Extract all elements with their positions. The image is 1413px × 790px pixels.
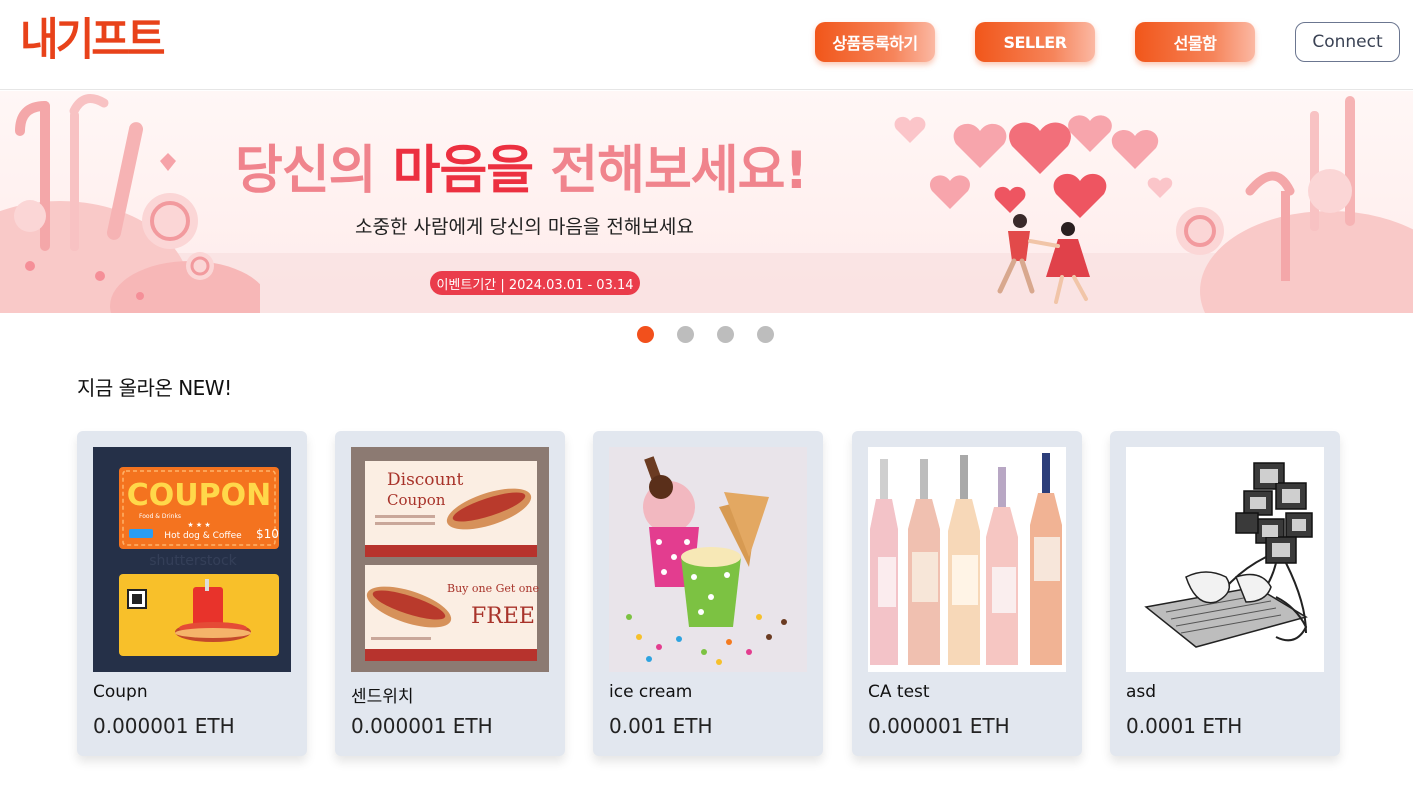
- svg-text:FREE: FREE: [471, 604, 535, 629]
- hotdog-coupon-image: Discount Coupon Buy one Get one FREE: [351, 447, 549, 672]
- carousel-dot-4[interactable]: [757, 326, 774, 343]
- svg-text:Coupon: Coupon: [387, 491, 446, 509]
- product-price: 0.000001 ETH: [868, 714, 1010, 738]
- product-name: Coupn: [93, 682, 148, 702]
- ice-cream-image: [609, 447, 807, 672]
- banner-title-part3: 전해보세요!: [533, 141, 808, 201]
- carousel-dots: [637, 326, 777, 344]
- product-name: ice cream: [609, 682, 693, 702]
- wine-bottles-image: [868, 447, 1066, 672]
- coupon-image: COUPON Food & Drinks ★ ★ ★ Hot dog & Cof…: [93, 447, 291, 672]
- product-card[interactable]: CA test 0.000001 ETH: [852, 431, 1082, 756]
- product-card[interactable]: ice cream 0.001 ETH: [593, 431, 823, 756]
- seller-button[interactable]: SELLER: [975, 22, 1095, 62]
- banner-subtitle: 소중한 사람에게 당신의 마음을 전해보세요: [355, 216, 694, 238]
- svg-text:Hot dog & Coffee: Hot dog & Coffee: [164, 531, 242, 541]
- product-name: CA test: [868, 682, 930, 702]
- svg-text:$10: $10: [256, 527, 279, 541]
- site-logo[interactable]: 내기프트: [20, 13, 166, 68]
- product-price: 0.0001 ETH: [1126, 714, 1243, 738]
- product-price: 0.000001 ETH: [93, 714, 235, 738]
- connect-wallet-button[interactable]: Connect: [1295, 22, 1400, 62]
- svg-text:shutterstock: shutterstock: [149, 553, 237, 569]
- svg-text:Food & Drinks: Food & Drinks: [139, 513, 181, 520]
- hero-banner[interactable]: 당신의 마음을 전해보세요! 소중한 사람에게 당신의 마음을 전해보세요 이벤…: [0, 91, 1413, 313]
- svg-text:★ ★ ★: ★ ★ ★: [187, 521, 210, 529]
- carousel-dot-2[interactable]: [677, 326, 694, 343]
- hearts-couple-illustration-icon: [894, 96, 1413, 313]
- banner-title: 당신의 마음을 전해보세요!: [235, 139, 808, 203]
- product-card[interactable]: Discount Coupon Buy one Get one FREE 센드위…: [335, 431, 565, 756]
- event-period-badge: 이벤트기간 | 2024.03.01 - 03.14: [430, 271, 640, 295]
- carousel-dot-1[interactable]: [637, 326, 654, 343]
- svg-text:COUPON: COUPON: [127, 478, 271, 513]
- svg-text:Discount: Discount: [387, 470, 463, 490]
- carousel-dot-3[interactable]: [717, 326, 734, 343]
- svg-text:Buy one Get one: Buy one Get one: [447, 582, 539, 595]
- product-card[interactable]: COUPON Food & Drinks ★ ★ ★ Hot dog & Cof…: [77, 431, 307, 756]
- banner-title-part1: 당신의: [235, 141, 393, 201]
- top-header: 내기프트 상품등록하기 SELLER 선물함 Connect: [0, 0, 1413, 90]
- register-product-button[interactable]: 상품등록하기: [815, 22, 935, 62]
- candy-decoration-left-icon: [0, 94, 260, 313]
- section-title: 지금 올라온 NEW!: [77, 376, 232, 400]
- sketch-illustration-image: [1126, 447, 1324, 672]
- gift-box-button[interactable]: 선물함: [1135, 22, 1255, 62]
- product-price: 0.000001 ETH: [351, 714, 493, 738]
- product-price: 0.001 ETH: [609, 714, 713, 738]
- product-card[interactable]: asd 0.0001 ETH: [1110, 431, 1340, 756]
- product-name: asd: [1126, 682, 1157, 702]
- banner-title-part2: 마음을: [392, 141, 535, 201]
- product-name: 센드위치: [351, 687, 414, 707]
